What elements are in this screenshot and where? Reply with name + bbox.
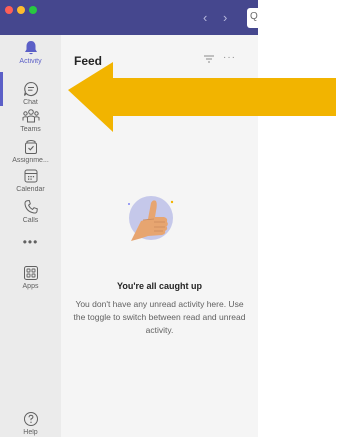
rail-item-calls[interactable]: Calls (0, 199, 61, 224)
more-apps-button[interactable]: ••• (0, 233, 61, 251)
maximize-window-button[interactable] (29, 6, 37, 14)
rail-label-activity: Activity (19, 58, 42, 65)
chat-icon (23, 81, 38, 97)
help-icon (23, 412, 38, 426)
phone-icon (23, 199, 38, 214)
search-icon: Q (250, 11, 258, 22)
teams-icon (22, 109, 39, 123)
rail-label-help: Help (23, 429, 38, 436)
empty-state-description: You don't have any unread activity here.… (73, 299, 246, 335)
more-icon: ••• (22, 235, 39, 249)
rail-label-teams: Teams (20, 126, 41, 133)
rail-label-apps: Apps (22, 283, 39, 290)
empty-state-title: You're all caught up (117, 281, 202, 291)
close-window-button[interactable] (5, 6, 13, 14)
thumbs-up-illustration (128, 196, 174, 241)
apps-icon (23, 266, 38, 280)
rail-label-chat: Chat (23, 99, 38, 106)
rail-item-help[interactable]: Help (0, 411, 61, 436)
forward-button[interactable]: › (223, 11, 227, 24)
rail-item-apps[interactable]: Apps (0, 265, 61, 290)
title-bar: ‹ › Q (0, 0, 258, 35)
back-button[interactable]: ‹ (203, 11, 207, 24)
rail-item-activity[interactable]: Activity (0, 40, 61, 65)
assignments-icon (24, 140, 37, 154)
rail-label-calendar: Calendar (16, 186, 45, 193)
search-box[interactable]: Q (247, 8, 258, 28)
rail-label-assignments: Assignme... (12, 157, 49, 164)
calendar-icon (24, 169, 37, 183)
app-bar: Activity Chat Teams Assignme... Calendar… (0, 35, 61, 437)
minimize-window-button[interactable] (17, 6, 25, 14)
yellow-arrow-annotation (68, 62, 336, 132)
rail-item-assignments[interactable]: Assignme... (0, 139, 61, 164)
rail-label-calls: Calls (22, 217, 39, 224)
rail-item-chat[interactable]: Chat (0, 81, 61, 106)
bell-icon (24, 41, 37, 55)
rail-item-calendar[interactable]: Calendar (0, 168, 61, 193)
rail-item-teams[interactable]: Teams (0, 108, 61, 133)
